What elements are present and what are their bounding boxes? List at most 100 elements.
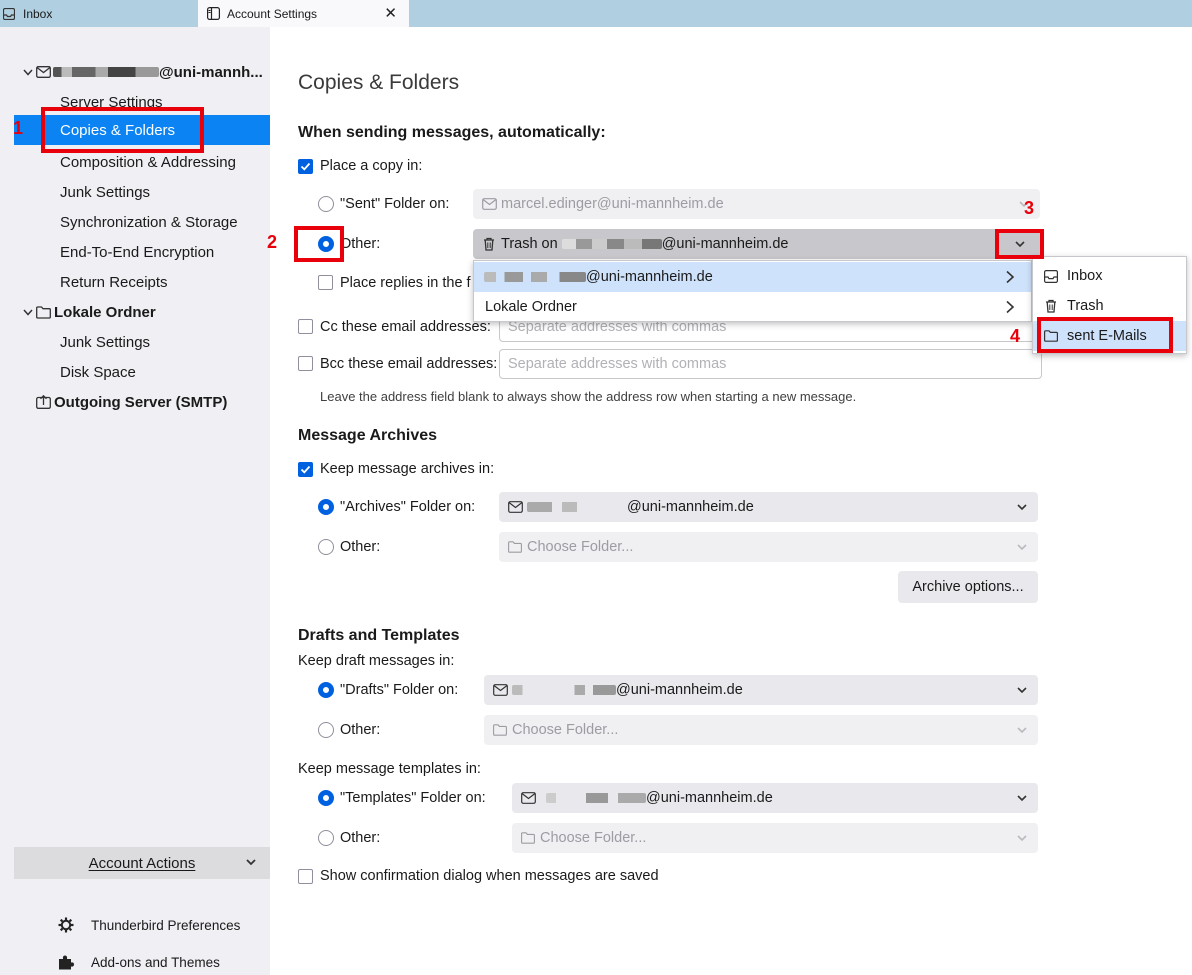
popup-item-local-folders[interactable]: Lokale Ordner — [474, 292, 1031, 322]
chevron-right-icon — [1005, 270, 1015, 288]
footer-link-label: Add-ons and Themes — [91, 954, 220, 970]
bcc-input[interactable]: Separate addresses with commas — [499, 349, 1042, 379]
drafts-folder-label: "Drafts" Folder on: — [340, 682, 459, 698]
sidebar-item-disk-space[interactable]: Disk Space — [0, 357, 270, 387]
popup-item-label: Inbox — [1067, 268, 1103, 284]
archive-options-button[interactable]: Archive options... — [898, 571, 1038, 603]
drafts-account-select[interactable]: @uni-mannheim.de — [484, 675, 1038, 705]
puzzle-icon — [58, 954, 74, 970]
drafts-other-radio[interactable] — [318, 722, 334, 738]
templates-folder-label: "Templates" Folder on: — [340, 790, 486, 806]
select-value-suffix: @uni-mannheim.de — [661, 236, 789, 252]
keep-archives-checkbox[interactable] — [298, 462, 313, 477]
drafts-heading: Drafts and Templates — [298, 627, 460, 644]
select-value: @uni-mannheim.de — [616, 682, 743, 698]
drafts-other-label: Other: — [340, 722, 381, 738]
tab-inbox[interactable]: Inbox — [0, 0, 197, 27]
sending-heading: When sending messages, automatically: — [298, 124, 606, 141]
sidebar-item-synchronization-storage[interactable]: Synchronization & Storage — [0, 207, 270, 237]
archives-heading: Message Archives — [298, 427, 438, 444]
redacted-account-name — [512, 685, 616, 695]
tab-account-settings[interactable]: Account Settings ✕ — [198, 0, 409, 27]
annotation-number-3: 3 — [1024, 198, 1035, 218]
chevron-down-icon[interactable] — [22, 309, 34, 316]
local-folders-row[interactable]: Lokale Ordner — [0, 297, 270, 327]
keep-archives-label: Keep message archives in: — [320, 461, 495, 477]
drafts-other-select: Choose Folder... — [484, 715, 1038, 745]
drafts-label: Keep draft messages in: — [298, 653, 455, 669]
popup-item-account[interactable]: @uni-mannheim.de — [474, 262, 1031, 292]
annotation-box-2 — [294, 226, 344, 262]
account-row[interactable]: @uni-mannh... — [0, 57, 270, 87]
archives-folder-radio[interactable] — [318, 499, 334, 515]
archive-options-label: Archive options... — [912, 579, 1024, 595]
settings-page-icon — [206, 7, 220, 21]
place-copy-checkbox[interactable] — [298, 159, 313, 174]
sent-folder-account-select: marcel.edinger@uni-mannheim.de — [473, 189, 1040, 219]
sidebar-item-label: Composition & Addressing — [60, 153, 236, 171]
addons-themes-link[interactable]: Add-ons and Themes — [58, 952, 220, 972]
chevron-down-icon[interactable] — [22, 69, 34, 76]
account-actions-button[interactable]: Account Actions — [14, 847, 270, 879]
chevron-down-icon — [1016, 792, 1028, 808]
outgoing-server-icon — [36, 395, 51, 409]
sidebar-item-return-receipts[interactable]: Return Receipts — [0, 267, 270, 297]
cc-checkbox[interactable] — [298, 319, 313, 334]
folder-icon — [36, 305, 51, 319]
sidebar-item-outgoing-server[interactable]: Outgoing Server (SMTP) — [0, 387, 270, 417]
archives-other-radio[interactable] — [318, 539, 334, 555]
sent-folder-radio[interactable] — [318, 196, 334, 212]
tab-bar: Inbox Account Settings ✕ — [0, 0, 1192, 27]
select-value: Choose Folder... — [540, 830, 647, 846]
place-replies-checkbox[interactable] — [318, 275, 333, 290]
popup-item-inbox[interactable]: Inbox — [1033, 261, 1186, 291]
account-email: @uni-mannh... — [159, 63, 263, 81]
templates-label: Keep message templates in: — [298, 761, 481, 777]
select-value: @uni-mannheim.de — [646, 790, 773, 806]
trash-icon — [481, 236, 497, 252]
templates-folder-radio[interactable] — [318, 790, 334, 806]
archives-other-select: Choose Folder... — [499, 532, 1038, 562]
mail-account-icon — [481, 196, 497, 212]
annotation-number-2: 2 — [267, 232, 278, 252]
archives-account-select[interactable]: @uni-mannheim.de — [499, 492, 1038, 522]
other-label: Other: — [340, 236, 381, 252]
redacted-account-name — [484, 272, 586, 282]
tab-label: Inbox — [23, 6, 53, 21]
close-icon[interactable]: ✕ — [384, 6, 397, 21]
sidebar-item-label: Junk Settings — [60, 183, 151, 201]
bcc-checkbox[interactable] — [298, 356, 313, 371]
bcc-label: Bcc these email addresses: — [320, 356, 498, 372]
chevron-down-icon — [1016, 501, 1028, 517]
address-hint: Leave the address field blank to always … — [320, 389, 857, 404]
folder-icon — [492, 722, 508, 738]
sent-folder-label: "Sent" Folder on: — [340, 196, 450, 212]
popup-item-label: @uni-mannheim.de — [586, 269, 713, 285]
confirm-dialog-checkbox[interactable] — [298, 869, 313, 884]
copies-folders-pane: Copies & Folders When sending messages, … — [270, 27, 1192, 975]
archives-folder-label: "Archives" Folder on: — [340, 499, 476, 515]
sidebar-item-label: Disk Space — [60, 363, 136, 381]
page-title: Copies & Folders — [298, 71, 460, 94]
select-value: Trash on — [501, 236, 558, 252]
chevron-down-icon — [245, 855, 257, 872]
other-folder-select[interactable]: Trash on @uni-mannheim.de — [473, 229, 1040, 259]
templates-other-label: Other: — [340, 830, 381, 846]
account-tree-sidebar: @uni-mannh... Server Settings Copies & F… — [0, 27, 270, 975]
trash-icon — [1043, 298, 1059, 314]
popup-item-label: Trash — [1067, 298, 1104, 314]
chevron-down-icon — [1016, 684, 1028, 700]
templates-other-radio[interactable] — [318, 830, 334, 846]
sidebar-item-end-to-end-encryption[interactable]: End-To-End Encryption — [0, 237, 270, 267]
mail-account-icon — [507, 499, 523, 515]
sidebar-item-label: Return Receipts — [60, 273, 168, 291]
annotation-number-1: 1 — [13, 118, 24, 138]
drafts-folder-radio[interactable] — [318, 682, 334, 698]
thunderbird-preferences-link[interactable]: Thunderbird Preferences — [58, 915, 240, 935]
sidebar-item-label: Synchronization & Storage — [60, 213, 238, 231]
place-replies-label: Place replies in the f — [340, 275, 471, 291]
inbox-icon — [1043, 268, 1059, 284]
sidebar-item-local-junk-settings[interactable]: Junk Settings — [0, 327, 270, 357]
sidebar-item-junk-settings[interactable]: Junk Settings — [0, 177, 270, 207]
templates-account-select[interactable]: @uni-mannheim.de — [512, 783, 1038, 813]
